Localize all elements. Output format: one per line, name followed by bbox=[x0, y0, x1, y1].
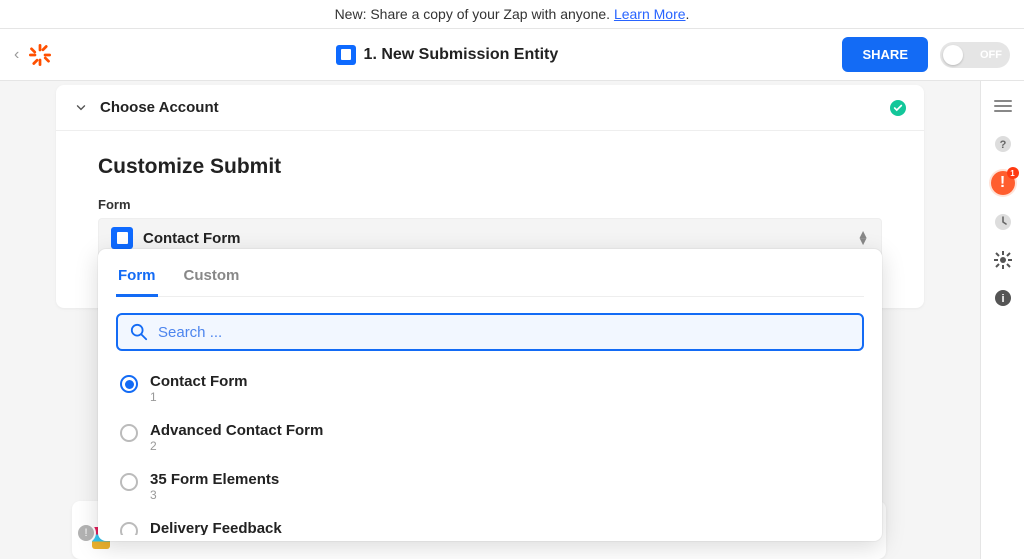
dropdown-option[interactable]: Delivery Feedback4 bbox=[116, 512, 860, 535]
banner-text: New: Share a copy of your Zap with anyon… bbox=[335, 6, 614, 22]
banner-learn-more-link[interactable]: Learn More bbox=[614, 6, 686, 22]
svg-text:i: i bbox=[1001, 293, 1004, 305]
step-warning-icon[interactable]: ! bbox=[78, 525, 94, 541]
issues-count-badge: 1 bbox=[1007, 167, 1019, 179]
status-complete-icon bbox=[890, 100, 906, 116]
form-selected-value: Contact Form bbox=[143, 230, 847, 247]
dropdown-option[interactable]: Advanced Contact Form2 bbox=[116, 414, 860, 463]
option-title: Advanced Contact Form bbox=[150, 422, 323, 439]
step-title: 1. New Submission Entity bbox=[364, 46, 559, 64]
help-icon[interactable]: ? bbox=[992, 133, 1014, 155]
topbar: ‹ 1. New Submission Entity SHARE OFF bbox=[0, 29, 1024, 81]
app-step-icon bbox=[336, 45, 356, 65]
radio-icon bbox=[120, 375, 138, 393]
chevron-down-icon bbox=[74, 101, 88, 115]
option-subtitle: 3 bbox=[150, 488, 279, 502]
toggle-label: OFF bbox=[980, 49, 1002, 61]
radio-icon bbox=[120, 424, 138, 442]
tab-custom[interactable]: Custom bbox=[182, 263, 242, 297]
radio-icon bbox=[120, 473, 138, 491]
outline-icon[interactable] bbox=[992, 95, 1014, 117]
dropdown-search[interactable] bbox=[116, 313, 864, 351]
info-icon[interactable]: i bbox=[992, 287, 1014, 309]
right-utility-rail: ? ! 1 i bbox=[980, 81, 1024, 559]
sort-icon: ▲▼ bbox=[857, 231, 869, 245]
zapier-logo-icon[interactable] bbox=[29, 44, 51, 66]
dropdown-option-list: Contact Form1Advanced Contact Form235 Fo… bbox=[116, 365, 864, 535]
form-dropdown-panel: Form Custom Contact Form1Advanced Contac… bbox=[98, 249, 882, 541]
form-app-icon bbox=[111, 227, 133, 249]
history-icon[interactable] bbox=[992, 211, 1014, 233]
tab-form[interactable]: Form bbox=[116, 263, 158, 297]
radio-icon bbox=[120, 522, 138, 535]
search-input[interactable] bbox=[158, 324, 850, 341]
svg-text:?: ? bbox=[999, 139, 1006, 151]
form-field-label: Form bbox=[98, 197, 882, 212]
dropdown-option[interactable]: Contact Form1 bbox=[116, 365, 860, 414]
option-subtitle: 2 bbox=[150, 439, 323, 453]
option-title: Delivery Feedback bbox=[150, 520, 282, 535]
dropdown-option[interactable]: 35 Form Elements3 bbox=[116, 463, 860, 512]
section-title: Customize Submit bbox=[98, 155, 882, 179]
option-subtitle: 1 bbox=[150, 390, 248, 404]
back-chevron-icon[interactable]: ‹ bbox=[14, 46, 19, 64]
choose-account-title: Choose Account bbox=[100, 99, 878, 116]
option-title: 35 Form Elements bbox=[150, 471, 279, 488]
issues-icon[interactable]: ! 1 bbox=[991, 171, 1015, 195]
search-icon bbox=[130, 323, 148, 341]
option-title: Contact Form bbox=[150, 373, 248, 390]
choose-account-header[interactable]: Choose Account bbox=[56, 85, 924, 131]
step-card: Choose Account Customize Submit Form Con… bbox=[56, 85, 924, 308]
publish-toggle[interactable]: OFF bbox=[940, 42, 1010, 68]
share-button[interactable]: SHARE bbox=[842, 37, 928, 72]
promo-banner: New: Share a copy of your Zap with anyon… bbox=[0, 0, 1024, 29]
settings-icon[interactable] bbox=[992, 249, 1014, 271]
toggle-knob bbox=[943, 45, 963, 65]
